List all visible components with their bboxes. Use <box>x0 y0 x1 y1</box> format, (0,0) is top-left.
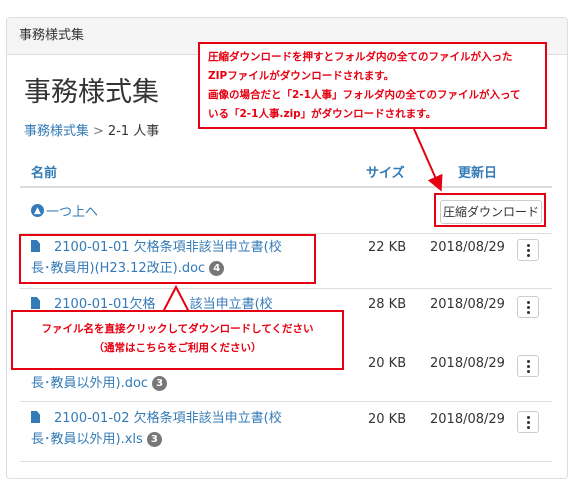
callout-text: （通常はこちらをご利用ください） <box>93 342 262 354</box>
zip-download-callout: 圧縮ダウンロードを押すとフォルダ内の全てのファイルが入った ZIPファイルがダウ… <box>198 42 547 129</box>
callout-text: 圧縮ダウンロードを押すとフォルダ内の全てのファイルが入った <box>208 51 513 63</box>
callout-text: ファイル名を直接クリックしてダウンロードしてください <box>41 323 314 335</box>
file-download-callout: ファイル名を直接クリックしてダウンロードしてください （通常はこちらをご利用くだ… <box>11 310 344 370</box>
callout-text: ZIPファイルがダウンロードされます。 <box>208 70 395 82</box>
callout-text: 画像の場合だと「2-1人事」フォルダ内の全てのファイルが入って <box>208 89 521 101</box>
callout-text: いる「2-1人事.zip」がダウンロードされます。 <box>208 108 437 120</box>
